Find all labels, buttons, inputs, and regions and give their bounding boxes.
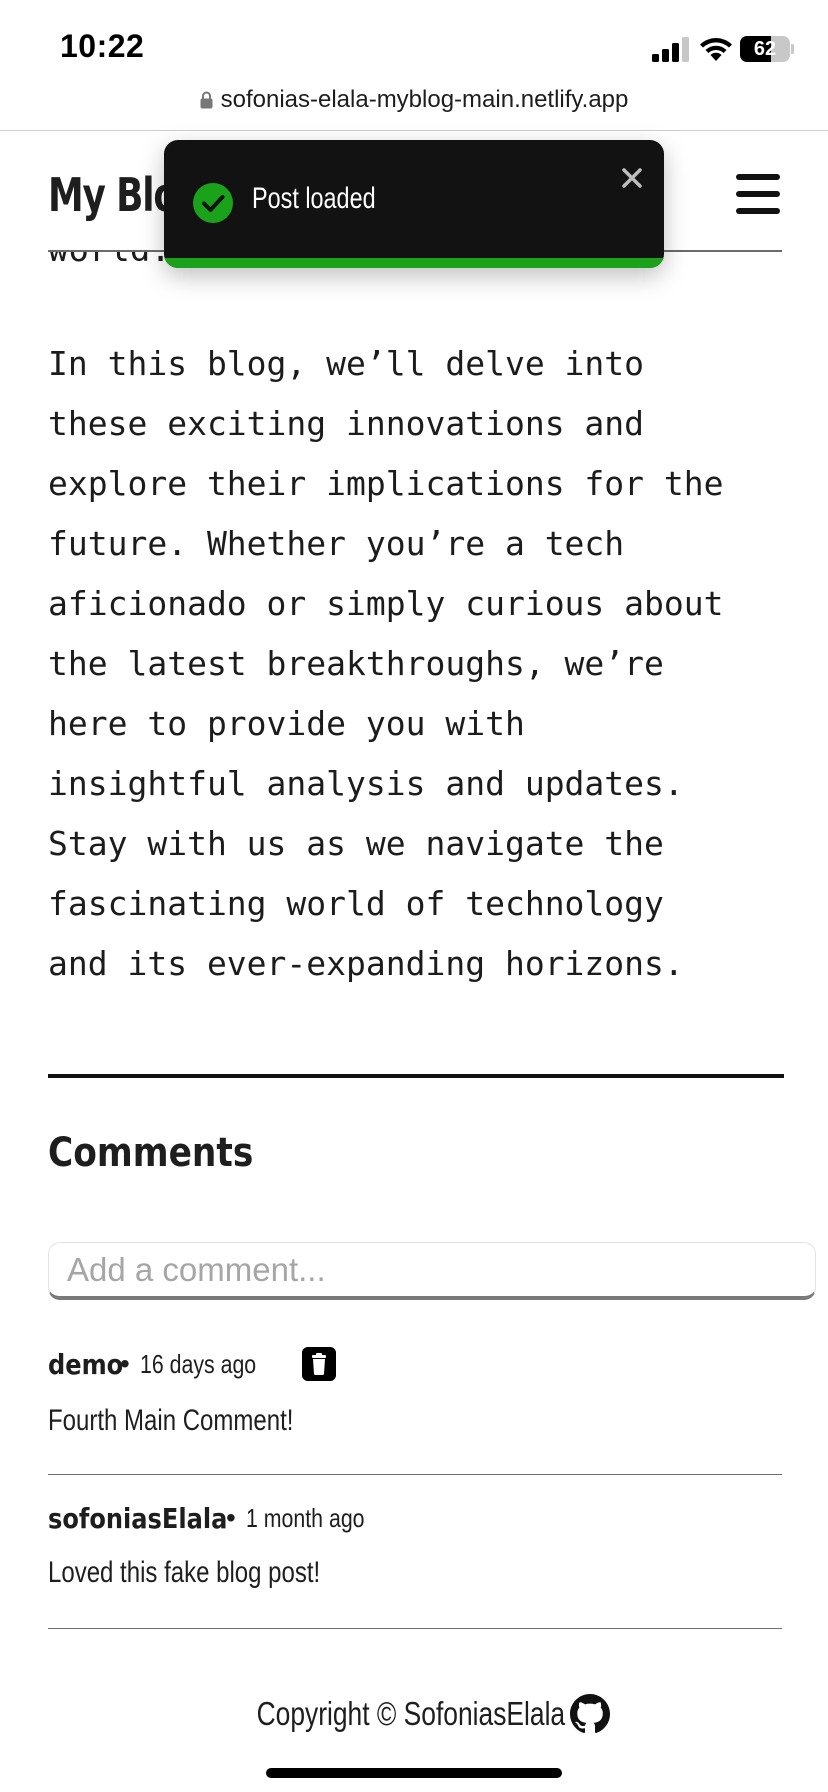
url-text: sofonias-elala-myblog-main.netlify.app bbox=[220, 86, 629, 113]
copyright-text: Copyright © SofoniasElala bbox=[256, 1695, 566, 1732]
toast-notification: Post loaded bbox=[164, 140, 664, 268]
comment-meta: sofoniasElala • 1 month ago bbox=[48, 1498, 390, 1538]
comment-time: 1 month ago bbox=[245, 1502, 365, 1533]
home-indicator bbox=[266, 1768, 562, 1778]
comment-author[interactable]: sofoniasElala bbox=[48, 1502, 227, 1535]
comment-meta: demo • 16 days ago bbox=[48, 1344, 264, 1384]
signal-icon bbox=[652, 37, 689, 62]
section-divider bbox=[48, 1074, 784, 1078]
github-icon[interactable] bbox=[569, 1694, 610, 1734]
address-bar[interactable]: sofonias-elala-myblog-main.netlify.app bbox=[0, 84, 828, 131]
comment-item: demo • 16 days ago Fourth Main Comment! bbox=[48, 1344, 782, 1475]
hamburger-menu-icon[interactable] bbox=[736, 172, 782, 218]
check-circle-icon bbox=[193, 183, 233, 223]
battery-icon: 62 bbox=[740, 36, 794, 62]
comment-text: Fourth Main Comment! bbox=[48, 1404, 294, 1437]
comment-input[interactable] bbox=[48, 1242, 816, 1300]
article-paragraph: In this blog, we’ll delve into these exc… bbox=[48, 344, 724, 983]
wifi-icon bbox=[700, 38, 732, 61]
comment-item: sofoniasElala • 1 month ago Loved this f… bbox=[48, 1498, 782, 1629]
toast-progress-bar bbox=[164, 258, 664, 268]
footer: Copyright © SofoniasElala bbox=[0, 1694, 828, 1738]
status-time: 10:22 bbox=[60, 28, 145, 64]
comment-author[interactable]: demo bbox=[48, 1348, 123, 1381]
battery-percent: 62 bbox=[753, 38, 777, 60]
status-bar: 10:22 62 bbox=[0, 0, 828, 84]
lock-icon bbox=[200, 91, 213, 109]
comment-time: 16 days ago bbox=[139, 1348, 256, 1379]
comment-separator: • bbox=[226, 1502, 236, 1533]
comment-text: Loved this fake blog post! bbox=[48, 1556, 321, 1589]
trash-icon[interactable] bbox=[302, 1347, 336, 1381]
close-icon[interactable] bbox=[616, 162, 648, 194]
toast-message: Post loaded bbox=[252, 182, 376, 215]
comments-heading: Comments bbox=[48, 1130, 254, 1176]
